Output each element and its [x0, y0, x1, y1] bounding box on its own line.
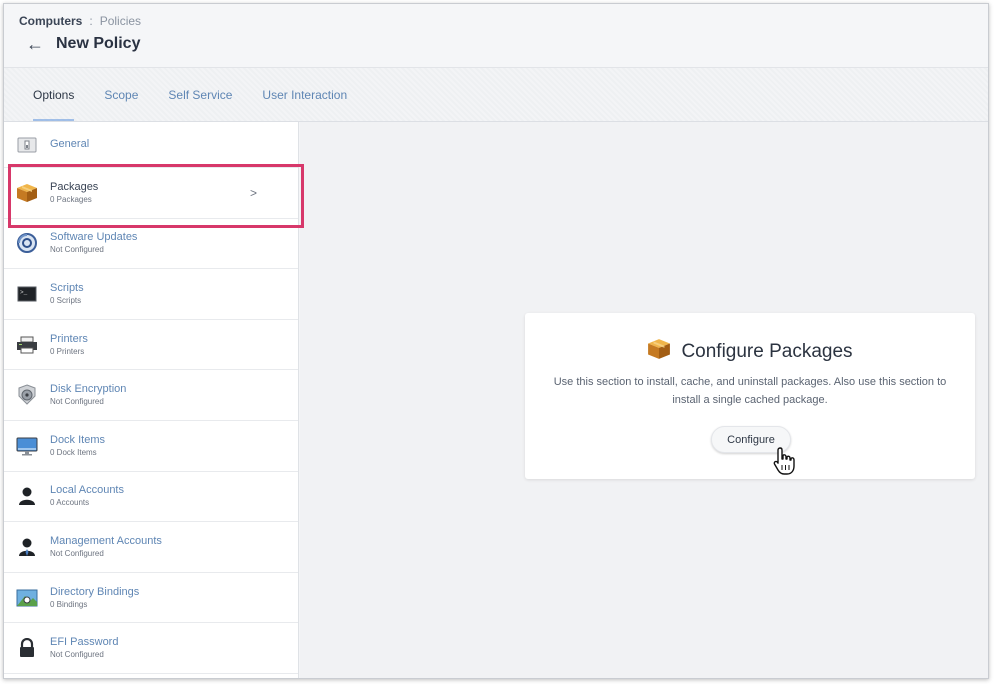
breadcrumb-current[interactable]: Policies: [100, 14, 141, 28]
breadcrumb: Computers : Policies: [19, 14, 141, 28]
sidebar-item-disk-encryption[interactable]: Disk Encryption Not Configured: [4, 370, 298, 421]
sidebar-item-label: General: [50, 138, 90, 150]
sidebar-item-packages[interactable]: Packages 0 Packages >: [4, 168, 298, 219]
sidebar-item-count: 0 Packages: [50, 194, 92, 204]
sidebar-item-software-updates[interactable]: Software Updates Not Configured: [4, 219, 298, 270]
sidebar-item-status: Not Configured: [50, 245, 104, 255]
card-description: Use this section to install, cache, and …: [553, 376, 947, 406]
sidebar-item-efi-password[interactable]: EFI Password Not Configured: [4, 623, 298, 674]
sidebar-item-status: Not Configured: [50, 548, 104, 558]
sidebar-item-count: 0 Printers: [50, 346, 85, 356]
sidebar-item-local-accounts[interactable]: Local Accounts 0 Accounts: [4, 472, 298, 523]
card-title-row: Configure Packages: [525, 338, 975, 365]
configure-button[interactable]: Configure: [711, 426, 791, 453]
monitor-icon: [16, 435, 38, 457]
app-window: Computers : Policies ← New Policy Option…: [3, 3, 989, 679]
sidebar-item-directory-bindings[interactable]: Directory Bindings 0 Bindings: [4, 573, 298, 624]
software-update-icon: [16, 232, 38, 254]
sidebar-item-scripts[interactable]: >_ Scripts 0 Scripts: [4, 269, 298, 320]
tab-bar: Options Scope Self Service User Interact…: [4, 68, 988, 122]
sidebar-item-printers[interactable]: Printers 0 Printers: [4, 320, 298, 371]
breadcrumb-root[interactable]: Computers: [19, 14, 82, 28]
user-icon: [16, 485, 38, 507]
sidebar-item-label: Dock Items: [50, 433, 106, 446]
options-sidebar: General Packages 0 Packages > Software U…: [4, 122, 299, 678]
tab-user-interaction[interactable]: User Interaction: [247, 68, 362, 122]
terminal-icon: >_: [16, 283, 38, 305]
sidebar-item-dock-items[interactable]: Dock Items 0 Dock Items: [4, 421, 298, 472]
sidebar-item-label: Software Updates: [50, 231, 138, 244]
sidebar-item-general[interactable]: General: [4, 122, 298, 168]
page-title: New Policy: [56, 35, 141, 52]
main-content: Configure Packages Use this section to i…: [300, 122, 988, 678]
sidebar-item-label: Scripts: [50, 281, 84, 294]
tab-self-service[interactable]: Self Service: [153, 68, 247, 122]
sidebar-item-label: Printers: [50, 332, 88, 345]
lock-icon: [16, 637, 38, 659]
svg-text:>_: >_: [20, 289, 28, 296]
sidebar-item-label: Management Accounts: [50, 534, 162, 547]
back-arrow-icon[interactable]: ←: [26, 35, 44, 53]
sidebar-item-label: EFI Password: [50, 636, 119, 649]
package-box-icon: [16, 182, 38, 204]
sidebar-item-label: Directory Bindings: [50, 585, 140, 598]
sidebar-item-label: Local Accounts: [50, 484, 124, 497]
sidebar-item-label: Disk Encryption: [50, 383, 127, 396]
card-title: Configure Packages: [681, 340, 853, 362]
breadcrumb-separator: :: [89, 14, 93, 28]
sidebar-item-count: 0 Dock Items: [50, 447, 97, 457]
sidebar-item-status: Not Configured: [50, 397, 104, 407]
disk-encryption-icon: [16, 384, 38, 406]
admin-user-icon: [16, 536, 38, 558]
sidebar-item-management-accounts[interactable]: Management Accounts Not Configured: [4, 522, 298, 573]
chevron-right-icon: >: [250, 185, 258, 200]
sidebar-item-count: 0 Accounts: [50, 498, 90, 508]
page-header: Computers : Policies ← New Policy: [4, 4, 988, 68]
configure-packages-card: Configure Packages Use this section to i…: [525, 313, 975, 479]
tab-options[interactable]: Options: [18, 68, 89, 122]
tab-scope[interactable]: Scope: [89, 68, 153, 122]
printer-icon: [16, 334, 38, 356]
sidebar-item-label: Packages: [50, 180, 99, 193]
title-row: ← New Policy: [26, 35, 140, 53]
package-box-icon: [647, 338, 671, 365]
sidebar-item-count: 0 Bindings: [50, 599, 88, 609]
sidebar-item-status: Not Configured: [50, 650, 104, 660]
general-settings-icon: [16, 134, 38, 156]
sidebar-item-count: 0 Scripts: [50, 295, 82, 305]
directory-icon: [16, 587, 38, 609]
